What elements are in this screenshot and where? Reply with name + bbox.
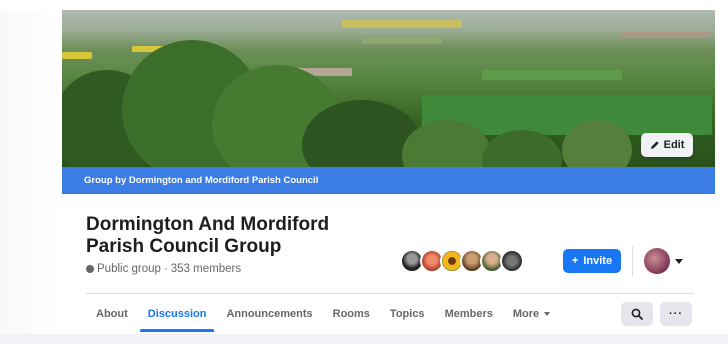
ellipsis-icon: ··· <box>669 308 683 320</box>
banner-text: Group by Dormington and Mordiford Parish… <box>84 175 319 186</box>
avatar <box>644 248 670 274</box>
tab-label: About <box>96 308 128 320</box>
search-button[interactable] <box>621 302 653 326</box>
globe-icon <box>86 265 94 273</box>
chevron-down-icon <box>544 312 551 316</box>
avatar[interactable] <box>500 249 524 273</box>
tab-announcements[interactable]: Announcements <box>216 296 322 332</box>
meta-separator: · <box>163 263 168 275</box>
tab-label: Announcements <box>226 308 313 320</box>
edit-cover-button[interactable]: Edit <box>641 133 693 157</box>
invite-button[interactable]: + Invite <box>563 249 621 273</box>
tab-members[interactable]: Members <box>435 296 503 332</box>
tab-label: Topics <box>389 308 425 320</box>
group-members-count[interactable]: 353 members <box>171 263 241 275</box>
tab-discussion[interactable]: Discussion <box>138 296 217 332</box>
tab-more[interactable]: More <box>503 296 560 332</box>
invite-label: Invite <box>583 255 613 267</box>
group-title[interactable]: Dormington And Mordiford Parish Council … <box>86 214 386 258</box>
member-avatars[interactable] <box>400 249 524 273</box>
tab-about[interactable]: About <box>86 296 138 332</box>
tab-label: Discussion <box>147 308 207 320</box>
plus-icon: + <box>571 255 579 267</box>
chevron-down-icon <box>675 258 683 264</box>
group-tabs: About Discussion Announcements Rooms Top… <box>86 296 560 332</box>
feed-background <box>0 334 728 344</box>
cover-photo: Edit <box>62 10 715 167</box>
pencil-icon <box>650 141 659 149</box>
tab-rooms[interactable]: Rooms <box>323 296 380 332</box>
edit-cover-label: Edit <box>663 139 685 151</box>
search-icon <box>631 308 643 320</box>
more-options-button[interactable]: ··· <box>660 302 692 326</box>
tab-label: Rooms <box>332 308 370 320</box>
group-privacy[interactable]: Public group <box>97 263 161 275</box>
group-owner-banner: Group by Dormington and Mordiford Parish… <box>62 167 715 194</box>
group-meta: Public group · 353 members <box>86 263 241 275</box>
actions-divider <box>632 246 633 276</box>
page-background <box>0 0 62 344</box>
tab-topics[interactable]: Topics <box>380 296 435 332</box>
tabs-divider <box>86 293 694 294</box>
tab-label: Members <box>444 308 493 320</box>
tab-label: More <box>512 308 540 320</box>
profile-menu[interactable] <box>644 248 683 274</box>
